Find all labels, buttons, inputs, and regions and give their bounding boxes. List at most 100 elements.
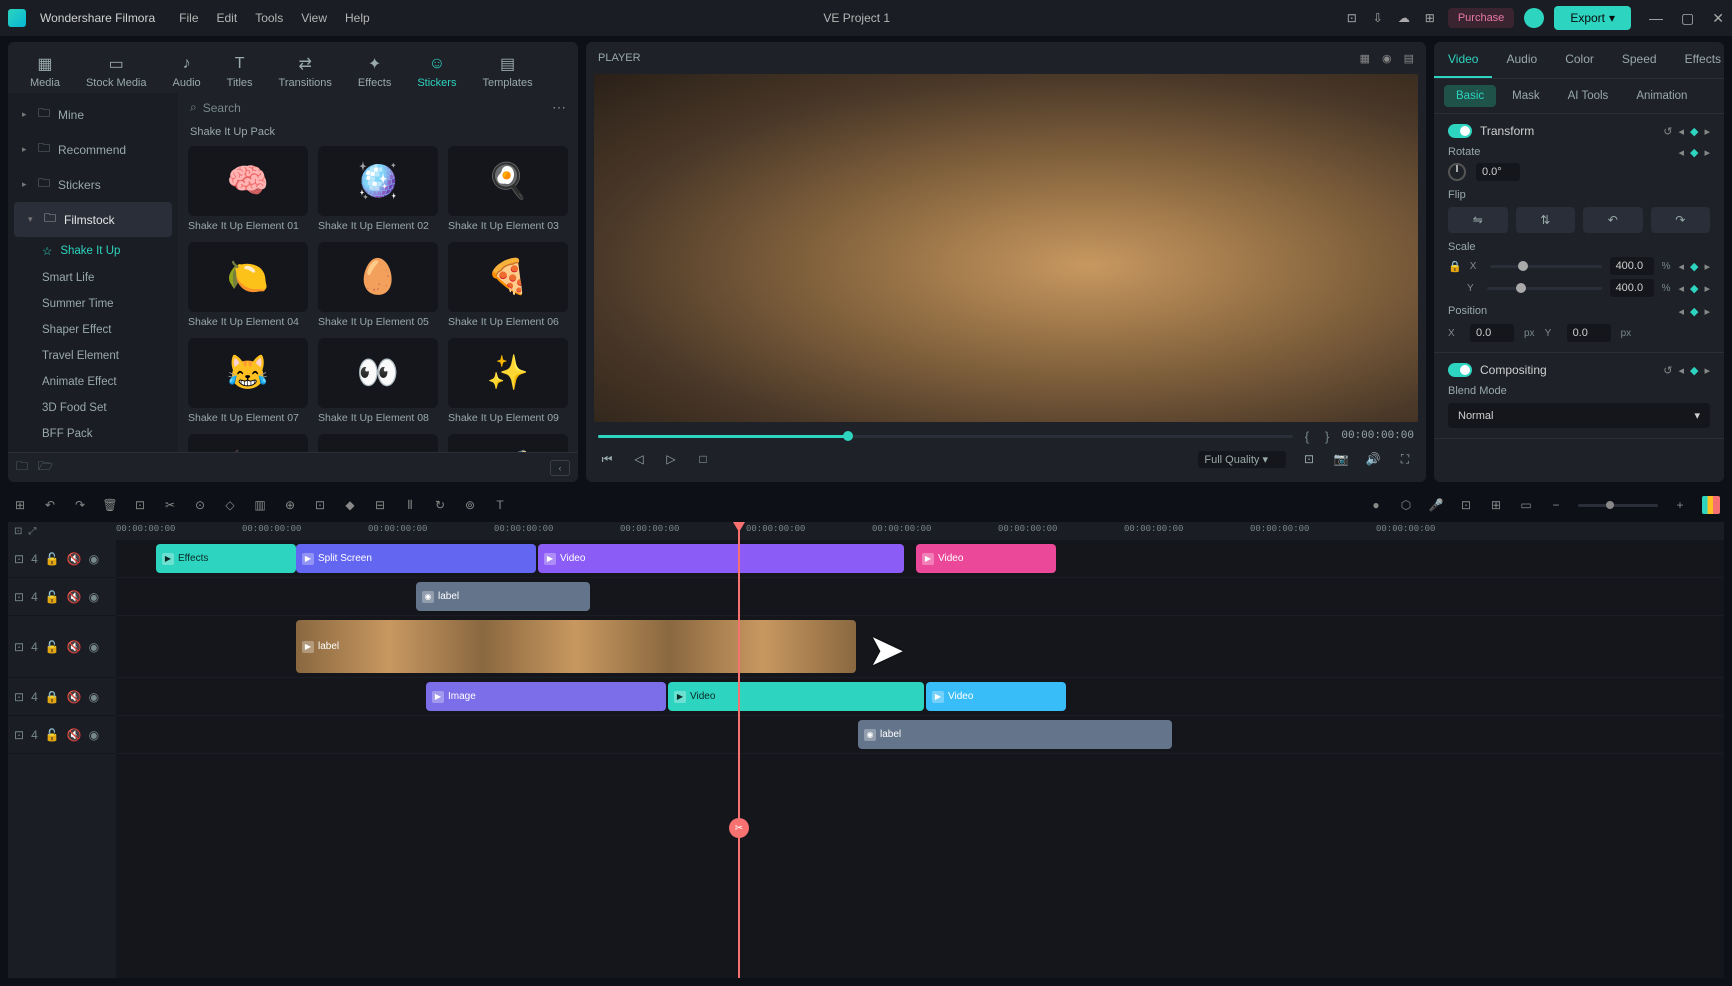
play-button[interactable]: ▷ [662, 450, 680, 468]
rotate-left-button[interactable]: ↶ [1583, 207, 1643, 233]
fullscreen-icon[interactable]: ⛶ [1396, 450, 1414, 468]
sticker-item[interactable]: ✨Shake It Up Element 09 [448, 338, 568, 424]
subtab-ai-tools[interactable]: AI Tools [1556, 85, 1621, 107]
preview-viewport[interactable] [594, 74, 1418, 422]
collapse-sidebar-button[interactable]: ‹ [550, 460, 570, 476]
visibility-icon[interactable]: ◉ [1382, 52, 1392, 65]
sidebar-sub-bff-pack[interactable]: BFF Pack [8, 421, 178, 447]
sticker-item[interactable]: 🍕Shake It Up Element 06 [448, 242, 568, 328]
scale-y-value[interactable]: 400.0 [1610, 279, 1654, 297]
close-button[interactable]: ✕ [1712, 10, 1724, 27]
record-icon[interactable]: ● [1368, 498, 1384, 512]
inspector-tab-speed[interactable]: Speed [1608, 42, 1671, 78]
more-options-icon[interactable]: ⋯ [552, 99, 566, 116]
preview-scrubber[interactable] [598, 435, 1293, 438]
zoom-out-button[interactable]: − [1548, 498, 1564, 512]
track-header-1[interactable]: ⊡4🔓🔇◉ [8, 540, 116, 578]
sticker-item[interactable]: 🍩Shake It Up Element 11 [318, 434, 438, 452]
track-3[interactable]: ▶label [116, 616, 1724, 678]
tool-icon[interactable]: ⫴ [402, 498, 418, 513]
keyframe-tool-icon[interactable]: ◆ [342, 498, 358, 512]
sticker-item[interactable]: 🧠Shake It Up Element 01 [188, 146, 308, 232]
inspector-tab-video[interactable]: Video [1434, 42, 1492, 78]
tab-stock-media[interactable]: ▭Stock Media [76, 50, 157, 93]
playhead[interactable] [738, 522, 740, 978]
mic-icon[interactable]: 🎤 [1428, 498, 1444, 512]
mute-icon[interactable]: 🔇 [67, 552, 82, 566]
keyframe-icon[interactable]: ◆ [1690, 305, 1698, 318]
step-back-button[interactable]: ◁ [630, 450, 648, 468]
sidebar-sub-summer-time[interactable]: Summer Time [8, 291, 178, 317]
clip-label-2[interactable]: ◉label [858, 720, 1172, 749]
new-folder-icon[interactable]: 🗀 [16, 457, 28, 478]
keyframe-icon[interactable]: ◆ [1690, 125, 1698, 138]
menu-view[interactable]: View [301, 11, 327, 25]
position-x-value[interactable]: 0.0 [1470, 324, 1514, 342]
tab-transitions[interactable]: ⇄Transitions [269, 50, 342, 93]
device-icon[interactable]: ⊡ [1344, 10, 1360, 26]
mark-in-icon[interactable]: { [1305, 429, 1309, 444]
inspector-tab-effects[interactable]: Effects [1671, 42, 1732, 78]
transform-toggle[interactable] [1448, 124, 1472, 138]
quality-select[interactable]: Full Quality ▾ [1198, 451, 1286, 468]
subtab-basic[interactable]: Basic [1444, 85, 1496, 107]
reset-icon[interactable]: ↺ [1663, 364, 1672, 377]
zoom-in-button[interactable]: + [1672, 498, 1688, 512]
track-1[interactable]: ▶Effects ▶Split Screen ▶Video ▶Video [116, 540, 1724, 578]
inspector-tab-audio[interactable]: Audio [1492, 42, 1551, 78]
split-button[interactable]: ✂ [162, 498, 178, 512]
sidebar-item-stickers[interactable]: ▸🗀Stickers [8, 167, 178, 202]
sidebar-item-recommend[interactable]: ▸🗀Recommend [8, 132, 178, 167]
sticker-item[interactable]: 🍳Shake It Up Element 03 [448, 146, 568, 232]
tab-audio[interactable]: ♪Audio [163, 50, 211, 93]
sidebar-item-mine[interactable]: ▸🗀Mine [8, 97, 178, 132]
tool-icon[interactable]: ⊡ [1458, 498, 1474, 512]
sidebar-sub-smart-life[interactable]: Smart Life [8, 265, 178, 291]
sidebar-item-filmstock[interactable]: ▾🗀Filmstock [14, 202, 172, 237]
export-button[interactable]: Export▾ [1554, 6, 1631, 30]
blend-mode-select[interactable]: Normal▾ [1448, 403, 1710, 428]
sticker-item[interactable]: 🦅Shake It Up Element 10 [188, 434, 308, 452]
menu-help[interactable]: Help [345, 11, 370, 25]
delete-button[interactable]: 🗑 [102, 498, 118, 512]
audio-meter-icon[interactable] [1702, 496, 1720, 514]
zoom-slider[interactable] [1578, 504, 1658, 507]
track-header-3[interactable]: ⊡4🔓🔇◉ [8, 616, 116, 678]
compositing-toggle[interactable] [1448, 363, 1472, 377]
lock-icon[interactable]: 🔓 [45, 552, 60, 566]
sidebar-sub-shaper-effect[interactable]: Shaper Effect [8, 317, 178, 343]
clip-split-screen[interactable]: ▶Split Screen [296, 544, 536, 573]
flip-horizontal-button[interactable]: ⇋ [1448, 207, 1508, 233]
scale-x-value[interactable]: 400.0 [1610, 257, 1654, 275]
tool-icon[interactable]: ⊕ [282, 498, 298, 512]
mute-icon[interactable]: 🔇 [67, 690, 82, 704]
visibility-icon[interactable]: ◉ [89, 640, 99, 654]
clip-label[interactable]: ◉label [416, 582, 590, 611]
tool-icon[interactable]: ▥ [252, 498, 268, 512]
tool-icon[interactable]: ⊚ [462, 498, 478, 512]
sidebar-sub-shake-it-up[interactable]: ☆Shake It Up [8, 237, 178, 265]
lock-icon[interactable]: 🔒 [45, 690, 60, 704]
tab-templates[interactable]: ▤Templates [472, 50, 542, 93]
rotate-right-button[interactable]: ↷ [1651, 207, 1711, 233]
time-ruler[interactable]: 00:00:00:0000:00:00:0000:00:00:0000:00:0… [116, 522, 1724, 540]
volume-icon[interactable]: 🔊 [1364, 450, 1382, 468]
clip-video-4[interactable]: ▶Video [926, 682, 1066, 711]
tool-icon[interactable]: ⊡ [312, 498, 328, 512]
snapshot-icon[interactable]: ▦ [1360, 52, 1370, 65]
lock-icon[interactable]: 🔓 [45, 728, 60, 742]
speed-button[interactable]: ⊙ [192, 498, 208, 512]
redo-button[interactable]: ↷ [72, 498, 88, 512]
reset-icon[interactable]: ↺ [1663, 125, 1672, 138]
keyframe-icon[interactable]: ◆ [1690, 146, 1698, 159]
visibility-icon[interactable]: ◉ [89, 690, 99, 704]
download-icon[interactable]: ⇩ [1370, 10, 1386, 26]
mute-icon[interactable]: 🔇 [67, 590, 82, 604]
purchase-button[interactable]: Purchase [1448, 8, 1514, 28]
crop-button[interactable]: ⊡ [132, 498, 148, 512]
track-header-4[interactable]: ⊡4🔒🔇◉ [8, 678, 116, 716]
user-avatar[interactable] [1524, 8, 1544, 28]
apps-icon[interactable]: ⊞ [1422, 10, 1438, 26]
tracks-area[interactable]: 00:00:00:0000:00:00:0000:00:00:0000:00:0… [116, 522, 1724, 978]
clip-video-2[interactable]: ▶Video [916, 544, 1056, 573]
